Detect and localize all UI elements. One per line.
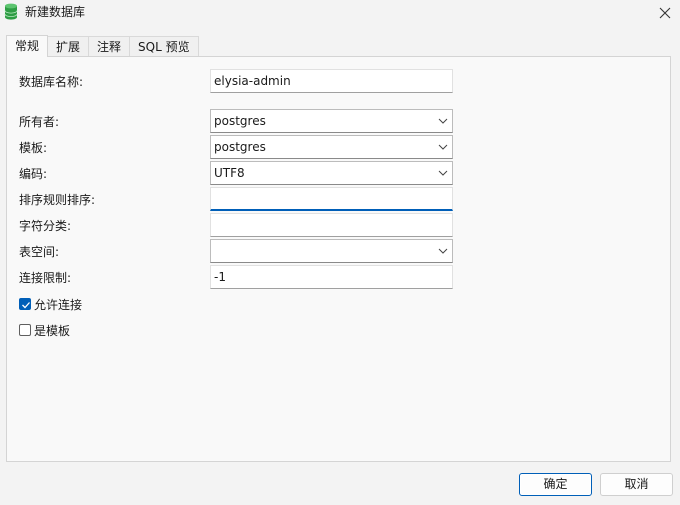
ok-button[interactable]: 确定 [519, 473, 592, 496]
connection-limit-label: 连接限制: [19, 271, 72, 285]
ctype-input[interactable] [210, 213, 453, 237]
is-template-checkbox[interactable]: 是模板 [19, 322, 70, 338]
tab-sql-preview[interactable]: SQL 预览 [129, 36, 199, 57]
database-icon [4, 3, 18, 20]
tab-comments[interactable]: 注释 [88, 36, 131, 57]
checkbox-checked-icon [19, 298, 31, 310]
template-value: postgres [214, 140, 266, 154]
allow-connections-label: 允许连接 [34, 297, 83, 312]
tablespace-label: 表空间: [19, 245, 60, 259]
chevron-down-icon [438, 170, 448, 176]
tab-extensions[interactable]: 扩展 [47, 36, 90, 57]
template-select[interactable]: postgres [210, 135, 453, 159]
tab-general[interactable]: 常规 [6, 35, 49, 57]
database-name-label: 数据库名称: [19, 75, 84, 89]
title-bar: 新建数据库 [0, 0, 680, 26]
owner-select[interactable]: postgres [210, 109, 453, 133]
chevron-down-icon [438, 118, 448, 124]
ctype-label: 字符分类: [19, 219, 72, 233]
owner-value: postgres [214, 114, 266, 128]
window-title: 新建数据库 [25, 5, 86, 19]
close-button[interactable] [650, 0, 680, 26]
encoding-select[interactable]: UTF8 [210, 161, 453, 185]
cancel-button[interactable]: 取消 [600, 473, 673, 496]
close-icon [659, 7, 671, 19]
owner-label: 所有者: [19, 115, 60, 129]
chevron-down-icon [438, 248, 448, 254]
encoding-label: 编码: [19, 167, 48, 181]
checkbox-unchecked-icon [19, 324, 31, 336]
chevron-down-icon [438, 144, 448, 150]
template-label: 模板: [19, 141, 48, 155]
tab-bar: 常规 扩展 注释 SQL 预览 [6, 35, 199, 57]
general-panel: 数据库名称: elysia-admin 所有者: postgres 模板: po… [6, 56, 671, 462]
tablespace-select[interactable] [210, 239, 453, 263]
connection-limit-input[interactable]: -1 [210, 265, 453, 289]
collation-label: 排序规则排序: [19, 193, 96, 207]
database-name-input[interactable]: elysia-admin [210, 69, 453, 93]
new-database-dialog: 新建数据库 常规 扩展 注释 SQL 预览 数据库名称: elysia-admi… [0, 0, 680, 505]
allow-connections-checkbox[interactable]: 允许连接 [19, 296, 82, 312]
encoding-value: UTF8 [214, 166, 245, 180]
collation-input[interactable] [210, 187, 453, 211]
is-template-label: 是模板 [34, 323, 71, 338]
